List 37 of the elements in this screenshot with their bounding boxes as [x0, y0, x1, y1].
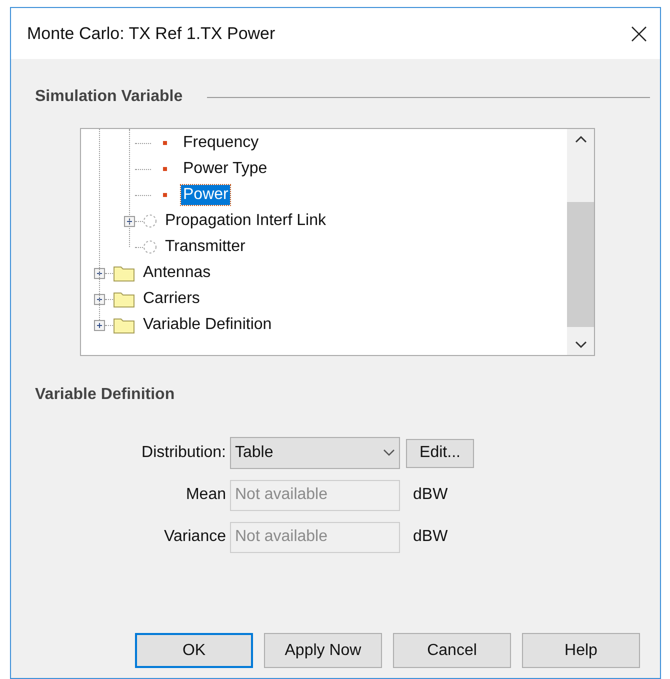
tree-item[interactable]: Power [181, 185, 230, 205]
scroll-up-icon[interactable] [574, 135, 586, 143]
folder-icon [113, 264, 135, 282]
close-icon[interactable] [630, 24, 648, 42]
section-heading: Variable Definition [35, 385, 175, 405]
tree-item[interactable]: Carriers [141, 289, 202, 309]
expand-icon[interactable] [94, 294, 105, 304]
dialog-button[interactable]: Apply Now [264, 633, 382, 668]
distribution-dropdown[interactable]: Table [230, 437, 400, 469]
folder-icon [113, 290, 135, 308]
expand-icon[interactable] [94, 320, 105, 330]
field-label: Mean [184, 485, 227, 505]
scrollbar-thumb[interactable] [567, 202, 594, 327]
tree-item[interactable]: Transmitter [163, 237, 248, 257]
tree-item[interactable]: Variable Definition [141, 315, 274, 335]
dialog-button[interactable]: Cancel [393, 633, 511, 668]
unit-label: dBW [413, 527, 448, 547]
tree-item[interactable]: Frequency [181, 133, 261, 153]
field-label: Variance [163, 527, 227, 547]
folder-icon [113, 316, 135, 334]
expand-icon[interactable] [124, 216, 135, 226]
tree-item[interactable]: Power Type [181, 159, 270, 179]
expand-icon[interactable] [94, 268, 105, 278]
field-label: Distribution: [140, 443, 227, 463]
window-title: Monte Carlo: TX Ref 1.TX Power [27, 22, 276, 45]
dashed-circle-icon [143, 240, 157, 254]
unit-label: dBW [413, 485, 448, 505]
dialog-button[interactable]: OK [135, 633, 253, 668]
tree-item[interactable]: Propagation Interf Link [163, 211, 328, 231]
scroll-down-icon[interactable] [574, 341, 586, 349]
edit-button[interactable]: Edit... [406, 438, 474, 468]
tree-item[interactable]: Antennas [141, 263, 213, 283]
chevron-down-icon [383, 449, 395, 457]
dashed-circle-icon [143, 214, 157, 228]
dialog-button[interactable]: Help [522, 633, 640, 668]
scrollbar[interactable] [567, 129, 594, 355]
section-heading: Simulation Variable [35, 87, 183, 107]
